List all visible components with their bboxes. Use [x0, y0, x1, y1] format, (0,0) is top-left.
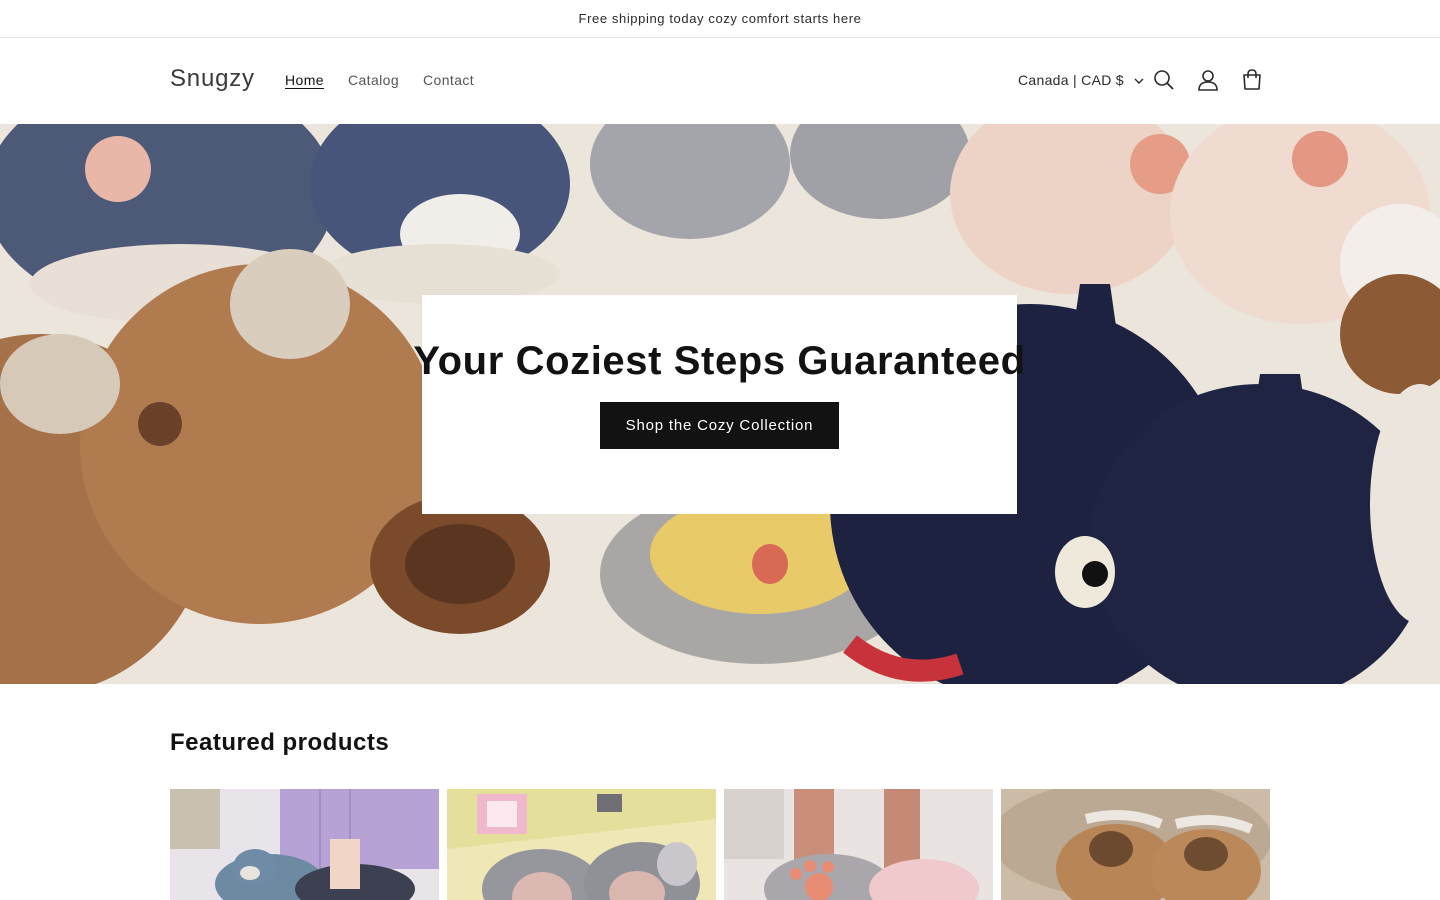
announcement-bar: Free shipping today cozy comfort starts … — [0, 0, 1440, 38]
shop-collection-button[interactable]: Shop the Cozy Collection — [600, 402, 839, 449]
country-selector[interactable]: Canada | CAD $ — [1018, 72, 1144, 88]
otter-slipper-image — [170, 789, 439, 900]
nav-home[interactable]: Home — [285, 72, 324, 88]
product-card[interactable] — [170, 789, 439, 900]
featured-products-title: Featured products — [170, 729, 390, 756]
search-icon[interactable] — [1151, 67, 1177, 93]
nav-catalog[interactable]: Catalog — [348, 72, 399, 88]
main-nav: Home Catalog Contact — [285, 72, 474, 88]
hero-title: Your Coziest Steps Guaranteed — [413, 339, 1026, 383]
nav-contact[interactable]: Contact — [423, 72, 474, 88]
product-card[interactable] — [447, 789, 716, 900]
account-icon[interactable] — [1195, 67, 1221, 93]
cart-icon[interactable] — [1239, 67, 1265, 93]
paw-slipper-image — [724, 789, 993, 900]
store-logo[interactable]: Snugzy — [170, 65, 255, 93]
hero-content-box: Your Coziest Steps Guaranteed Shop the C… — [413, 295, 1025, 514]
announcement-text: Free shipping today cozy comfort starts … — [578, 11, 862, 26]
product-grid — [170, 789, 1270, 900]
country-selector-label: Canada | CAD $ — [1018, 72, 1124, 88]
hero-banner: Your Coziest Steps Guaranteed Shop the C… — [0, 124, 1440, 684]
site-header: Snugzy Home Catalog Contact Canada | CAD… — [0, 39, 1440, 124]
product-card[interactable] — [724, 789, 993, 900]
elephant-slipper-image — [447, 789, 716, 900]
product-card[interactable] — [1001, 789, 1270, 900]
chevron-down-icon — [1134, 72, 1144, 88]
capybara-slipper-image — [1001, 789, 1270, 900]
